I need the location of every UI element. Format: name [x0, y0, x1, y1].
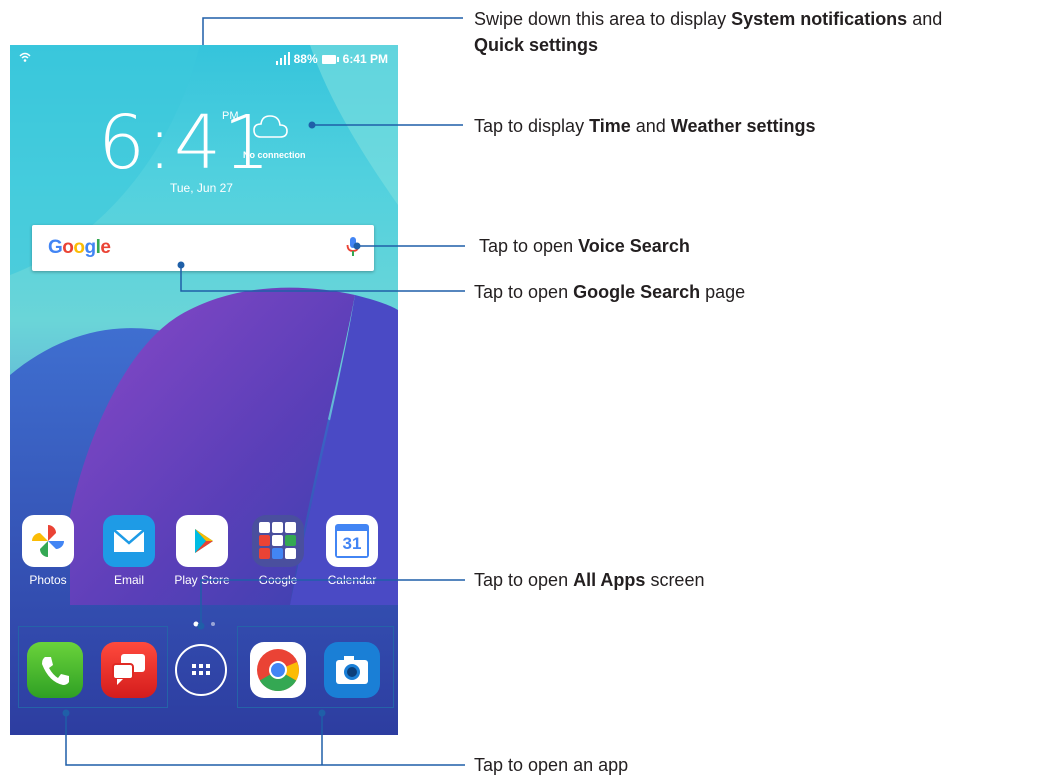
note-google-search: Tap to open Google Search page	[474, 282, 746, 302]
note-time-weather: Tap to display Time and Weather settings	[474, 116, 816, 136]
note-voice-search: Tap to open Voice Search	[479, 236, 690, 256]
dock-right-highlight	[237, 626, 394, 708]
note-open-app: Tap to open an app	[474, 755, 629, 775]
note-all-apps: Tap to open All Apps screen	[474, 570, 705, 590]
dock-left-highlight	[18, 626, 168, 708]
note-notifications: Swipe down this area to display System n…	[474, 9, 943, 55]
